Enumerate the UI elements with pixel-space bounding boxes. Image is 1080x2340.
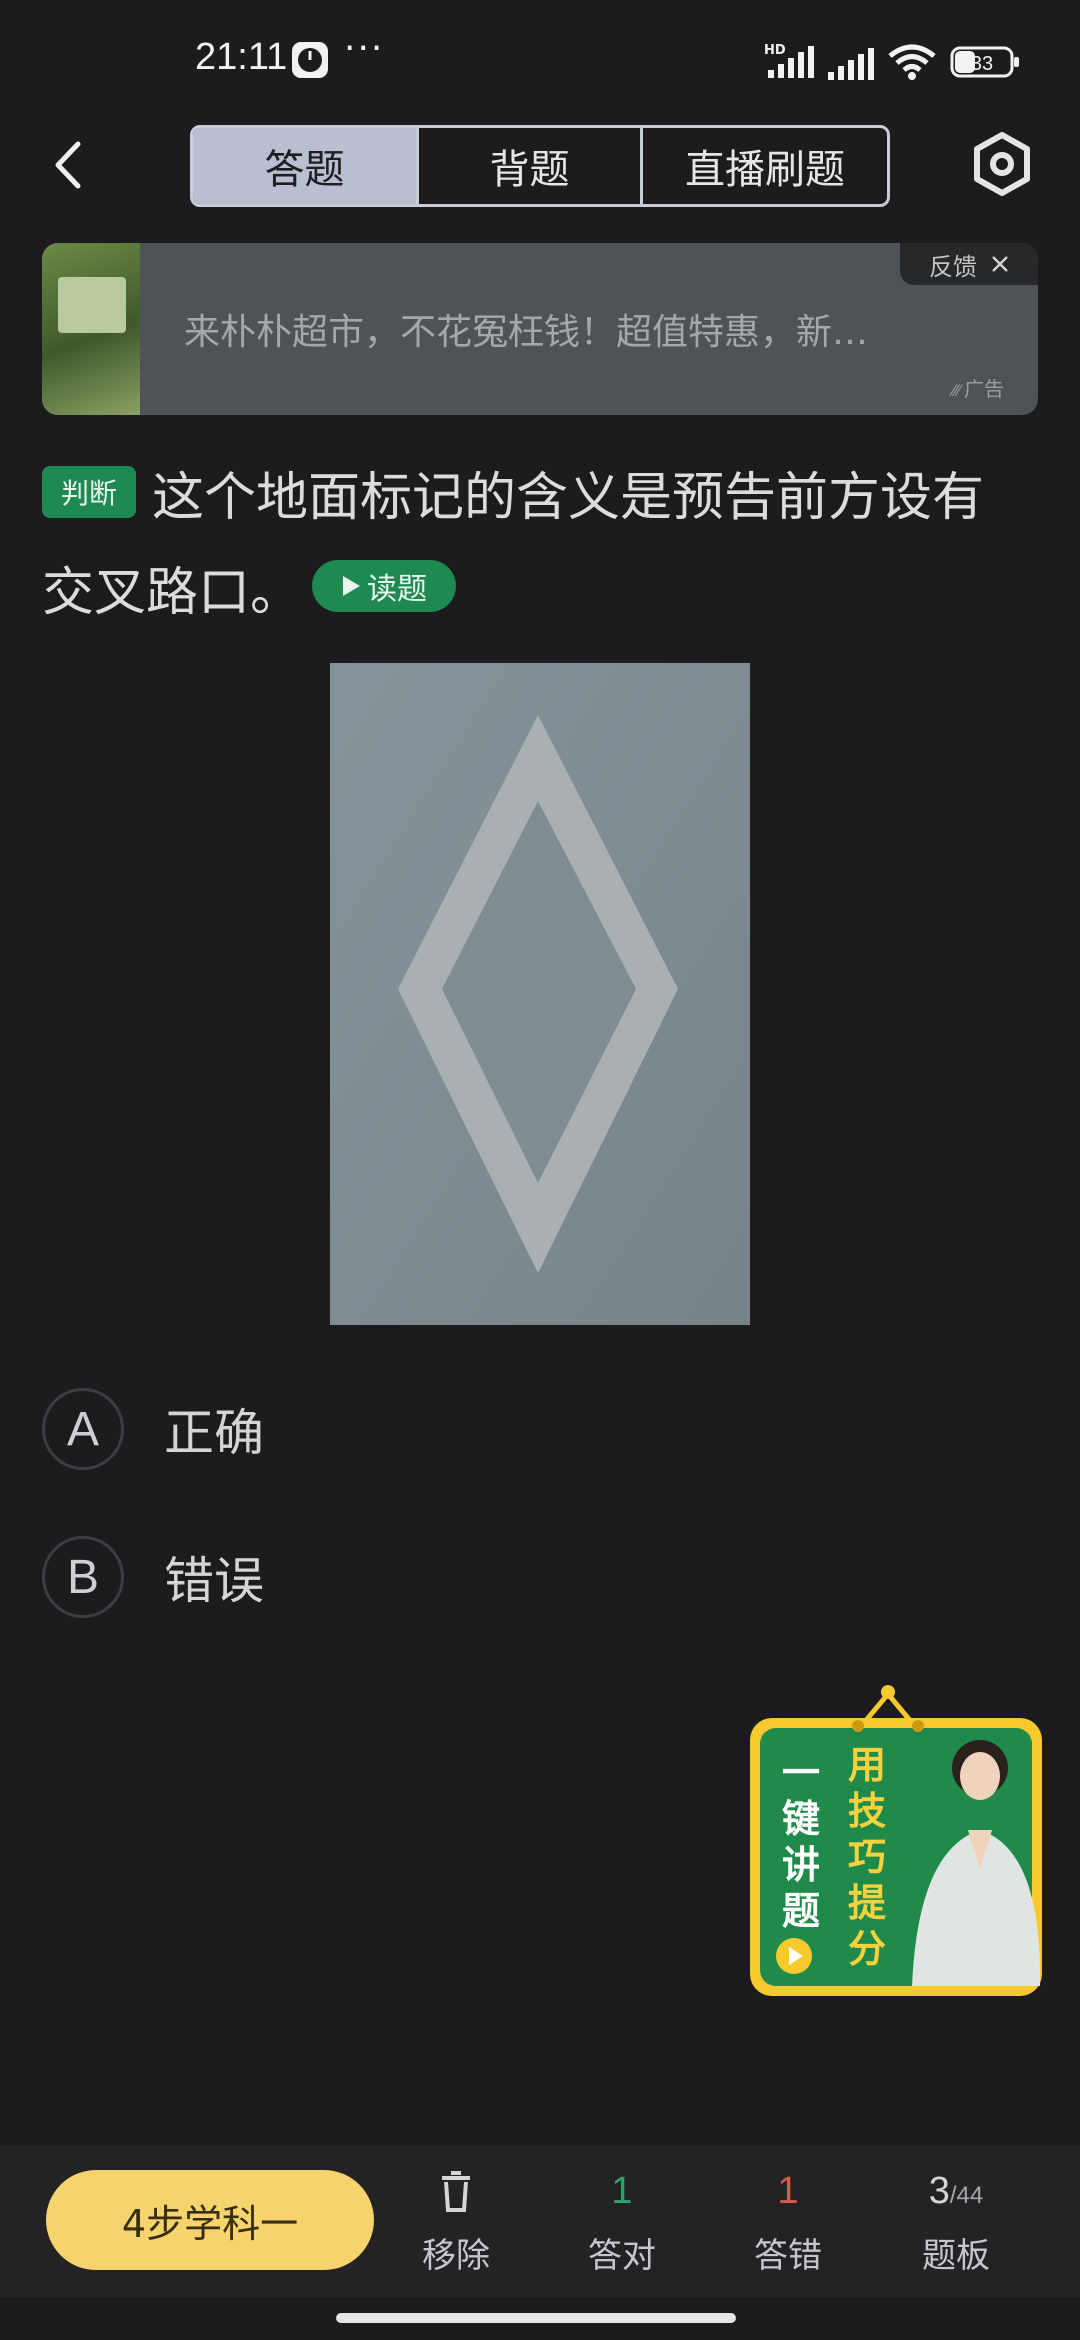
- option-a-letter: A: [42, 1388, 124, 1470]
- wrong-count-button[interactable]: 1 答错: [728, 2170, 848, 2277]
- question-type-badge: 判断: [42, 466, 136, 518]
- promo-left-char: 一: [781, 1751, 820, 1795]
- question-board-button[interactable]: 3/44 题板: [896, 2170, 1016, 2277]
- tab-answer[interactable]: 答题: [193, 128, 419, 204]
- ad-feedback-label: 反馈: [929, 252, 977, 281]
- read-question-label: 读题: [367, 572, 427, 607]
- promo-right-char: 提: [847, 1881, 886, 1925]
- promo-right-char: 巧: [847, 1835, 886, 1879]
- ad-tag: ⁄⁄⁄ 广告: [952, 373, 1004, 402]
- promo-left-char: 键: [781, 1797, 820, 1841]
- remove-button[interactable]: 移除: [396, 2170, 516, 2277]
- signal-1-icon: HD: [762, 42, 820, 86]
- wrong-label: 答错: [754, 2236, 822, 2276]
- promo-left-text: 一 键 讲 题: [776, 1750, 826, 1934]
- signal-2-icon: [826, 46, 876, 86]
- wrong-count: 1: [777, 2170, 799, 2212]
- option-a-text: 正确: [164, 1404, 264, 1462]
- chevron-left-icon: [55, 141, 81, 189]
- promo-right-char: 用: [847, 1743, 886, 1787]
- question-text-line2: 交叉路口。: [42, 563, 303, 623]
- settings-button[interactable]: [972, 132, 1032, 196]
- gear-icon: [974, 132, 1030, 196]
- ad-thumbnail-image: [58, 277, 126, 333]
- tab-live-practice[interactable]: 直播刷题: [643, 128, 887, 204]
- ad-tag-label: 广告: [964, 377, 1005, 401]
- wifi-icon: [886, 42, 938, 86]
- promo-right-char: 技: [847, 1789, 886, 1833]
- one-click-explain-promo[interactable]: 一 键 讲 题 用 技 巧 提 分: [748, 1680, 1044, 1998]
- mode-tabs: 答题 背题 直播刷题: [190, 125, 890, 207]
- promo-play-icon: [774, 1936, 814, 1980]
- status-time: 21:11: [195, 36, 288, 78]
- clock-app-icon: [290, 40, 330, 84]
- read-question-button[interactable]: 读题: [312, 560, 456, 612]
- ad-logo-icon: ⁄⁄⁄: [952, 381, 961, 400]
- board-label: 题板: [922, 2236, 990, 2276]
- tab-memorize[interactable]: 背题: [419, 128, 643, 204]
- promo-left-char: 题: [781, 1889, 820, 1933]
- remove-label: 移除: [422, 2236, 490, 2276]
- progress-indicator: 3/44: [896, 2170, 1016, 2216]
- back-button[interactable]: [48, 140, 88, 190]
- more-status-icon: ···: [344, 28, 385, 69]
- close-icon: [992, 256, 1008, 272]
- hd-badge: HD: [764, 43, 786, 58]
- question-text-line1: 这个地面标记的含义是预告前方设有: [152, 468, 985, 528]
- ad-thumbnail: [42, 243, 140, 415]
- battery-level: 33: [971, 53, 993, 75]
- promo-left-char: 讲: [781, 1843, 820, 1887]
- home-indicator[interactable]: [336, 2313, 736, 2323]
- correct-label: 答对: [588, 2236, 656, 2276]
- play-icon: [343, 576, 360, 596]
- road-marking-image: [330, 663, 750, 1325]
- correct-count-button[interactable]: 1 答对: [562, 2170, 682, 2277]
- option-b-text: 错误: [164, 1552, 264, 1610]
- correct-count: 1: [611, 2170, 633, 2212]
- option-a[interactable]: A 正确: [42, 1388, 264, 1470]
- study-steps-button[interactable]: 4步学科一: [46, 2170, 374, 2270]
- option-b-letter: B: [42, 1536, 124, 1618]
- ad-banner[interactable]: 来朴朴超市，不花冤枉钱！超值特惠，新… 反馈 ⁄⁄⁄ 广告: [42, 243, 1038, 415]
- promo-right-char: 分: [847, 1927, 886, 1971]
- ad-feedback-button[interactable]: 反馈: [900, 243, 1038, 285]
- trash-icon: [396, 2170, 516, 2216]
- progress-total: /44: [949, 2182, 984, 2209]
- status-bar: 21:11 ··· HD 33: [0, 0, 1080, 120]
- promo-right-text: 用 技 巧 提 分: [842, 1742, 892, 1972]
- option-b[interactable]: B 错误: [42, 1536, 264, 1618]
- progress-current: 3: [928, 2170, 950, 2212]
- battery-icon: 33: [950, 46, 1022, 82]
- ad-text: 来朴朴超市，不花冤枉钱！超值特惠，新…: [184, 312, 869, 353]
